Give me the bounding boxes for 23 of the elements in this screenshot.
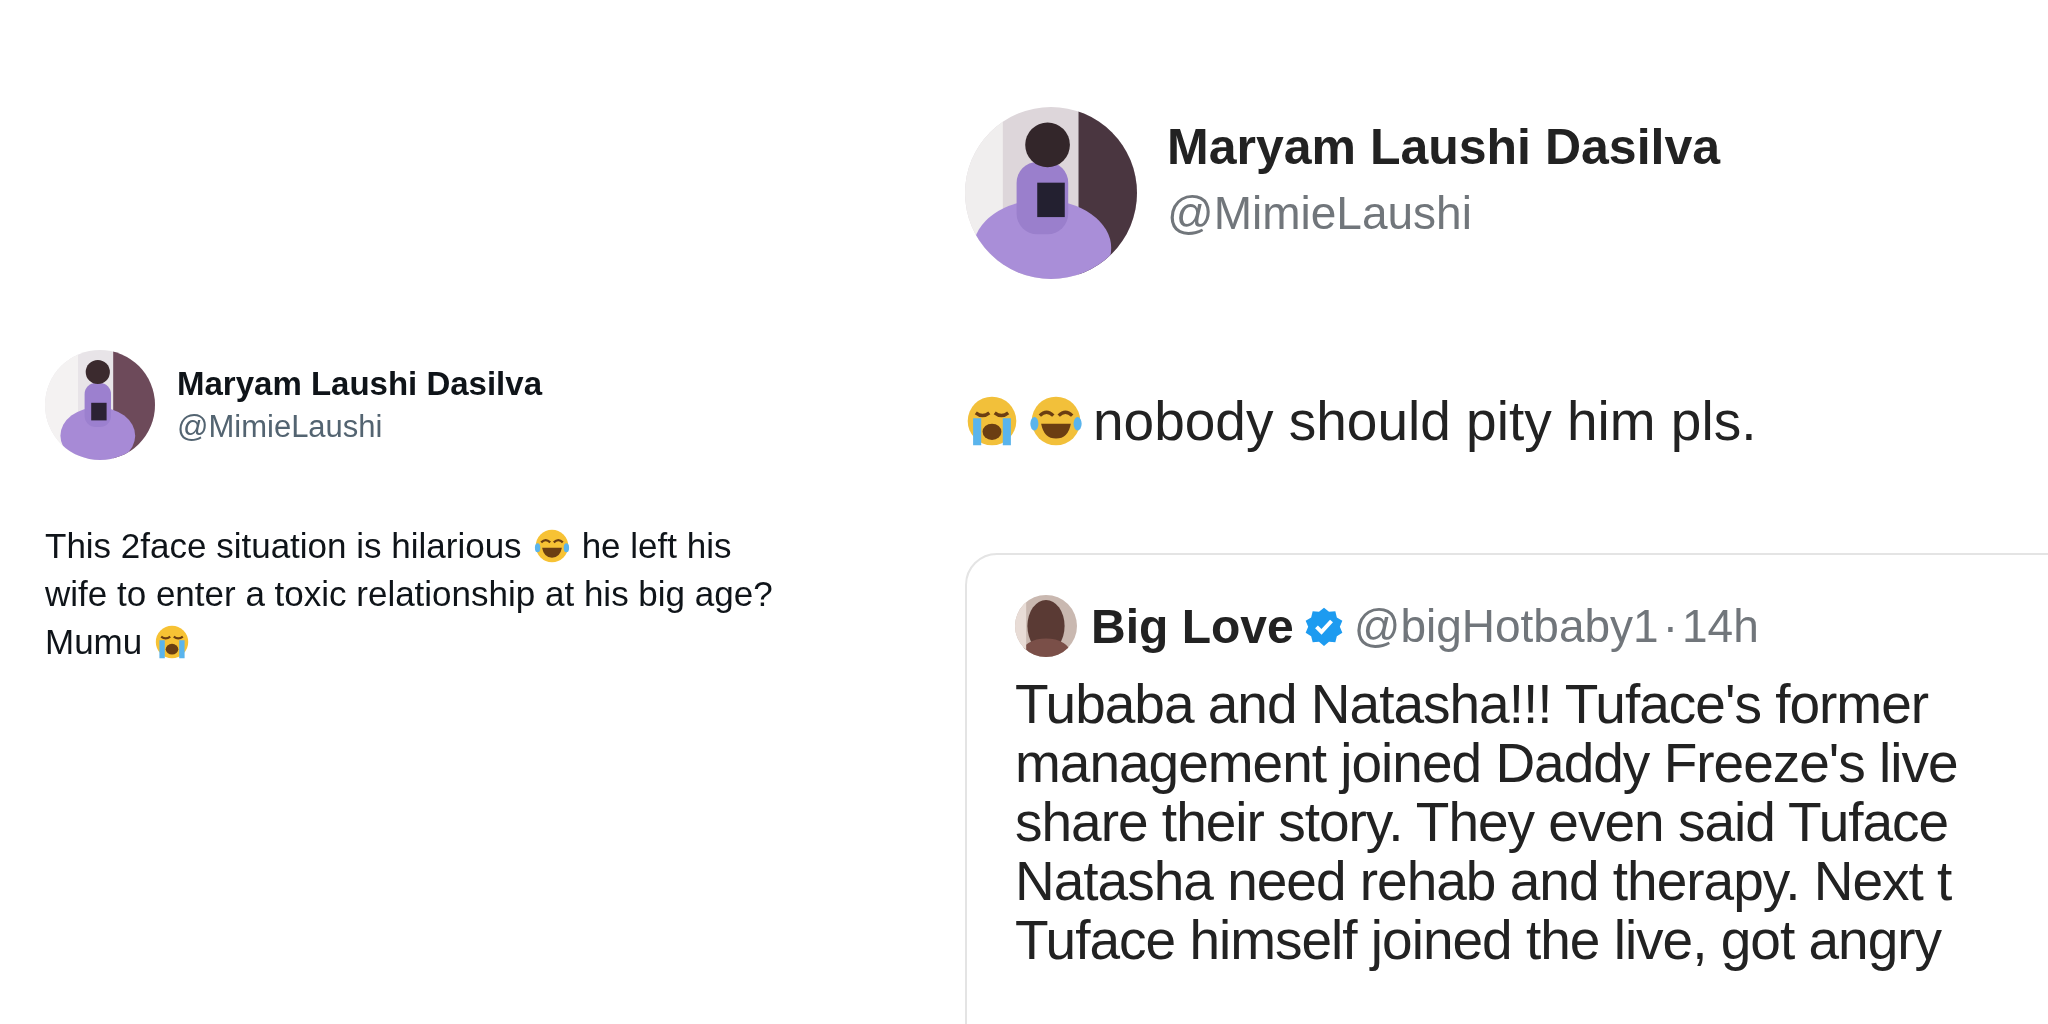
quoted-post-text: management joined Daddy Freeze's live (1015, 734, 1958, 793)
post-time[interactable]: 14h (1682, 599, 1759, 653)
laughing-face-icon (533, 528, 570, 564)
crying-face-icon (154, 624, 191, 660)
post-text: wife to enter a toxic relationship at his big age? (45, 573, 773, 615)
author-name[interactable]: Maryam Laushi Dasilva (177, 365, 542, 403)
author-handle[interactable]: @bigHotbaby1 (1353, 599, 1659, 653)
author-name[interactable]: Big Love (1091, 598, 1294, 654)
quoted-post-text: share their story. They even said Tuface (1015, 793, 1949, 852)
post-text: he left his (581, 525, 732, 567)
quoted-post-text: Natasha need rehab and therapy. Next t (1015, 852, 1952, 911)
separator-dot: · (1662, 599, 1678, 653)
quoted-post-text: Tuface himself joined the live, got angry (1015, 911, 1942, 970)
crying-face-icon (965, 394, 1019, 448)
quoted-post-card[interactable] (965, 553, 2048, 1024)
author-name[interactable]: Maryam Laushi Dasilva (1167, 118, 1721, 176)
post-text: Mumu (45, 621, 143, 663)
post-text: This 2face situation is hilarious (45, 525, 522, 567)
author-handle[interactable]: @MimieLaushi (1167, 186, 1721, 240)
laughing-face-icon (1029, 394, 1083, 448)
quoted-post-text: Tubaba and Natasha!!! Tuface's former (1015, 675, 1929, 734)
post-text: nobody should pity him pls. (1093, 389, 1757, 453)
author-handle[interactable]: @MimieLaushi (177, 409, 542, 445)
